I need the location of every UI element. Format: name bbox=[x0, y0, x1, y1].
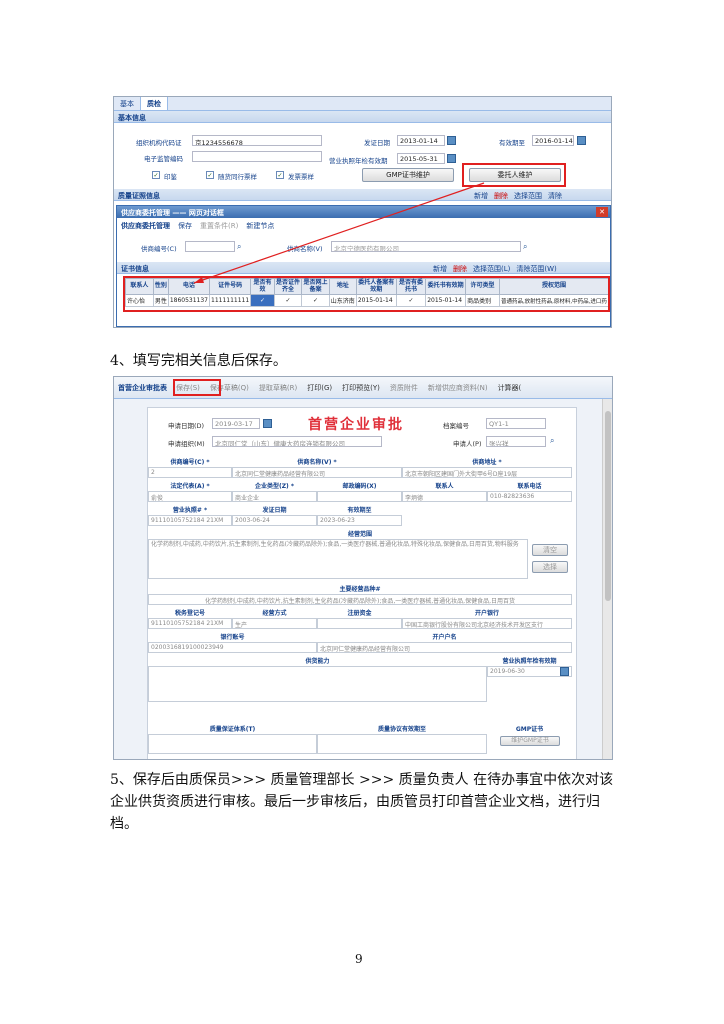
apply-date-label: 申请日期(D) bbox=[168, 422, 205, 430]
select-button[interactable]: 选择 bbox=[532, 561, 568, 573]
tax-header: 税务登记号 bbox=[174, 610, 205, 617]
contact-field[interactable]: 李炳德 bbox=[402, 491, 487, 502]
supplier-address-header: 供商地址 * bbox=[472, 459, 502, 466]
step5-text-line1: 5、保存后由质保员>>> 质量管理部长 >>> 质量负责人 在待办事宜中依次对该 bbox=[110, 772, 614, 788]
search-icon[interactable]: ⌕ bbox=[550, 436, 554, 446]
account-name-field[interactable]: 北京同仁堂健康药品经营有限公司 bbox=[317, 642, 572, 653]
approval-form: 申请日期(D) 2019-03-17 首营企业审批 档案编号 QY1-1 申请组… bbox=[147, 407, 577, 759]
bank-header: 开户银行 bbox=[474, 610, 499, 617]
applicant-label: 申请人(P) bbox=[453, 440, 482, 448]
account-name-header: 开户户名 bbox=[432, 634, 457, 641]
step4-text: 4、填写完相关信息后保存。 bbox=[110, 353, 287, 369]
supplier-address-field[interactable]: 北京市朝阳区建国门外大街甲6号D座19层 bbox=[402, 467, 572, 478]
quality-system-header: 质量保证体系(T) bbox=[209, 726, 256, 733]
calculator-button[interactable]: 计算器( bbox=[498, 383, 522, 393]
scrollbar[interactable] bbox=[602, 399, 612, 759]
license-header: 营业执照# * bbox=[172, 507, 208, 514]
calendar-icon[interactable] bbox=[560, 667, 569, 676]
screenshot-supplier-quality: 基本 质检 基本信息 组织机构代码证 京1234556678 发证日期 2013… bbox=[113, 96, 612, 328]
enterprise-type-select[interactable]: 商业企业 bbox=[232, 491, 317, 502]
account-header: 银行账号 bbox=[220, 634, 245, 641]
page-number: 9 bbox=[355, 952, 363, 966]
gmp-header: GMP证书 bbox=[515, 726, 544, 733]
scrollbar-thumb[interactable] bbox=[605, 411, 611, 601]
approval-toolbar: 保存(S) 保存草稿(Q) 提取草稿(R) 打印(G) 打印预览(Y) 资质附件… bbox=[176, 383, 521, 393]
license-issue-field[interactable]: 2003-06-24 bbox=[232, 515, 317, 526]
archive-label: 档案编号 bbox=[443, 422, 469, 430]
supplier-code-field[interactable]: 2 bbox=[148, 467, 232, 478]
license-valid-header: 有效期至 bbox=[347, 507, 372, 514]
account-field[interactable]: 0200316819100023949 bbox=[148, 642, 317, 653]
enterprise-type-header: 企业类型(Z) * bbox=[254, 483, 295, 490]
archive-input[interactable]: QY1-1 bbox=[486, 418, 546, 429]
module-title: 首营企业审批表 bbox=[118, 384, 167, 392]
quality-agreement-header: 质量协议有效期至 bbox=[377, 726, 426, 733]
calendar-icon[interactable] bbox=[263, 419, 272, 428]
postal-code-field[interactable] bbox=[317, 491, 402, 502]
capital-field[interactable] bbox=[317, 618, 402, 629]
apply-org-label: 申请组织(M) bbox=[168, 440, 205, 448]
main-scope-header: 主要经营品种# bbox=[339, 586, 381, 593]
new-supplier-button[interactable]: 新增供应商资料(N) bbox=[428, 383, 488, 393]
business-mode-header: 经营方式 bbox=[262, 610, 287, 617]
apply-org-input[interactable]: 北京同仁堂（山东）健康大药房连锁有限公司 bbox=[212, 436, 382, 447]
postal-code-header: 邮政编码(X) bbox=[342, 483, 377, 490]
license-issue-header: 发证日期 bbox=[262, 507, 287, 514]
capital-header: 注册资金 bbox=[347, 610, 372, 617]
contact-phone-field[interactable]: 010-82823636 bbox=[487, 491, 572, 502]
scope-header: 经营范围 bbox=[347, 531, 372, 538]
print-button[interactable]: 打印(G) bbox=[307, 383, 332, 393]
business-mode-field[interactable]: 生产 bbox=[232, 618, 317, 629]
tax-field[interactable]: 91110105752184 21XM bbox=[148, 618, 232, 629]
toolbar: 首营企业审批表 保存(S) 保存草稿(Q) 提取草稿(R) 打印(G) 打印预览… bbox=[114, 377, 612, 399]
supply-capacity-header: 供货能力 bbox=[305, 658, 330, 665]
supplier-name-header: 供商名称(V) * bbox=[297, 459, 337, 466]
supplier-name-field[interactable]: 北京同仁堂健康药品经营有限公司 bbox=[232, 467, 402, 478]
form-title: 首营企业审批 bbox=[308, 417, 404, 433]
applicant-input[interactable]: 张兴祥 bbox=[486, 436, 546, 447]
gmp-maintain-button[interactable]: 维护GMP证书 bbox=[500, 736, 560, 746]
license-field[interactable]: 91110105752184 21XM bbox=[148, 515, 232, 526]
attachment-button[interactable]: 资质附件 bbox=[390, 383, 418, 393]
supply-capacity-field[interactable] bbox=[148, 666, 487, 702]
legal-rep-field[interactable]: 俞俊 bbox=[148, 491, 232, 502]
step5-text-line2: 企业供货资质进行审核。最后一步审核后，由质管员打印首营企业文档，进行归 bbox=[110, 794, 600, 810]
scope-field[interactable]: 化学药制剂,中成药,中药饮片,抗生素制剂,生化药品(冷藏药品除外);食品,一类医… bbox=[148, 539, 528, 579]
apply-date-input[interactable]: 2019-03-17 bbox=[212, 418, 260, 429]
load-draft-button[interactable]: 提取草稿(R) bbox=[259, 383, 297, 393]
quality-system-field[interactable] bbox=[148, 734, 317, 754]
screenshot-first-supplier-approval: 首营企业审批表 保存(S) 保存草稿(Q) 提取草稿(R) 打印(G) 打印预览… bbox=[113, 376, 613, 760]
license-check-header: 营业执照年检有效期 bbox=[502, 658, 557, 665]
step5-text-line3: 档。 bbox=[110, 816, 138, 832]
contact-header: 联系人 bbox=[435, 483, 454, 490]
arrow-annotation bbox=[193, 182, 485, 284]
legal-rep-header: 法定代表(A) * bbox=[170, 483, 210, 490]
quality-agreement-field[interactable] bbox=[317, 734, 487, 754]
license-valid-field[interactable]: 2023-06-23 bbox=[317, 515, 402, 526]
supplier-code-header: 供商编号(C) * bbox=[170, 459, 210, 466]
main-scope-field[interactable]: 化学药制剂,中成药,中药饮片,抗生素制剂,生化药品(冷藏药品除外);食品,一类医… bbox=[148, 594, 572, 605]
contact-phone-header: 联系电话 bbox=[517, 483, 542, 490]
clear-button[interactable]: 清空 bbox=[532, 544, 568, 556]
highlight-box bbox=[173, 379, 221, 396]
print-preview-button[interactable]: 打印预览(Y) bbox=[342, 383, 380, 393]
bank-field[interactable]: 中国工商银行股份有限公司北京经济技术开发区支行 bbox=[402, 618, 572, 629]
